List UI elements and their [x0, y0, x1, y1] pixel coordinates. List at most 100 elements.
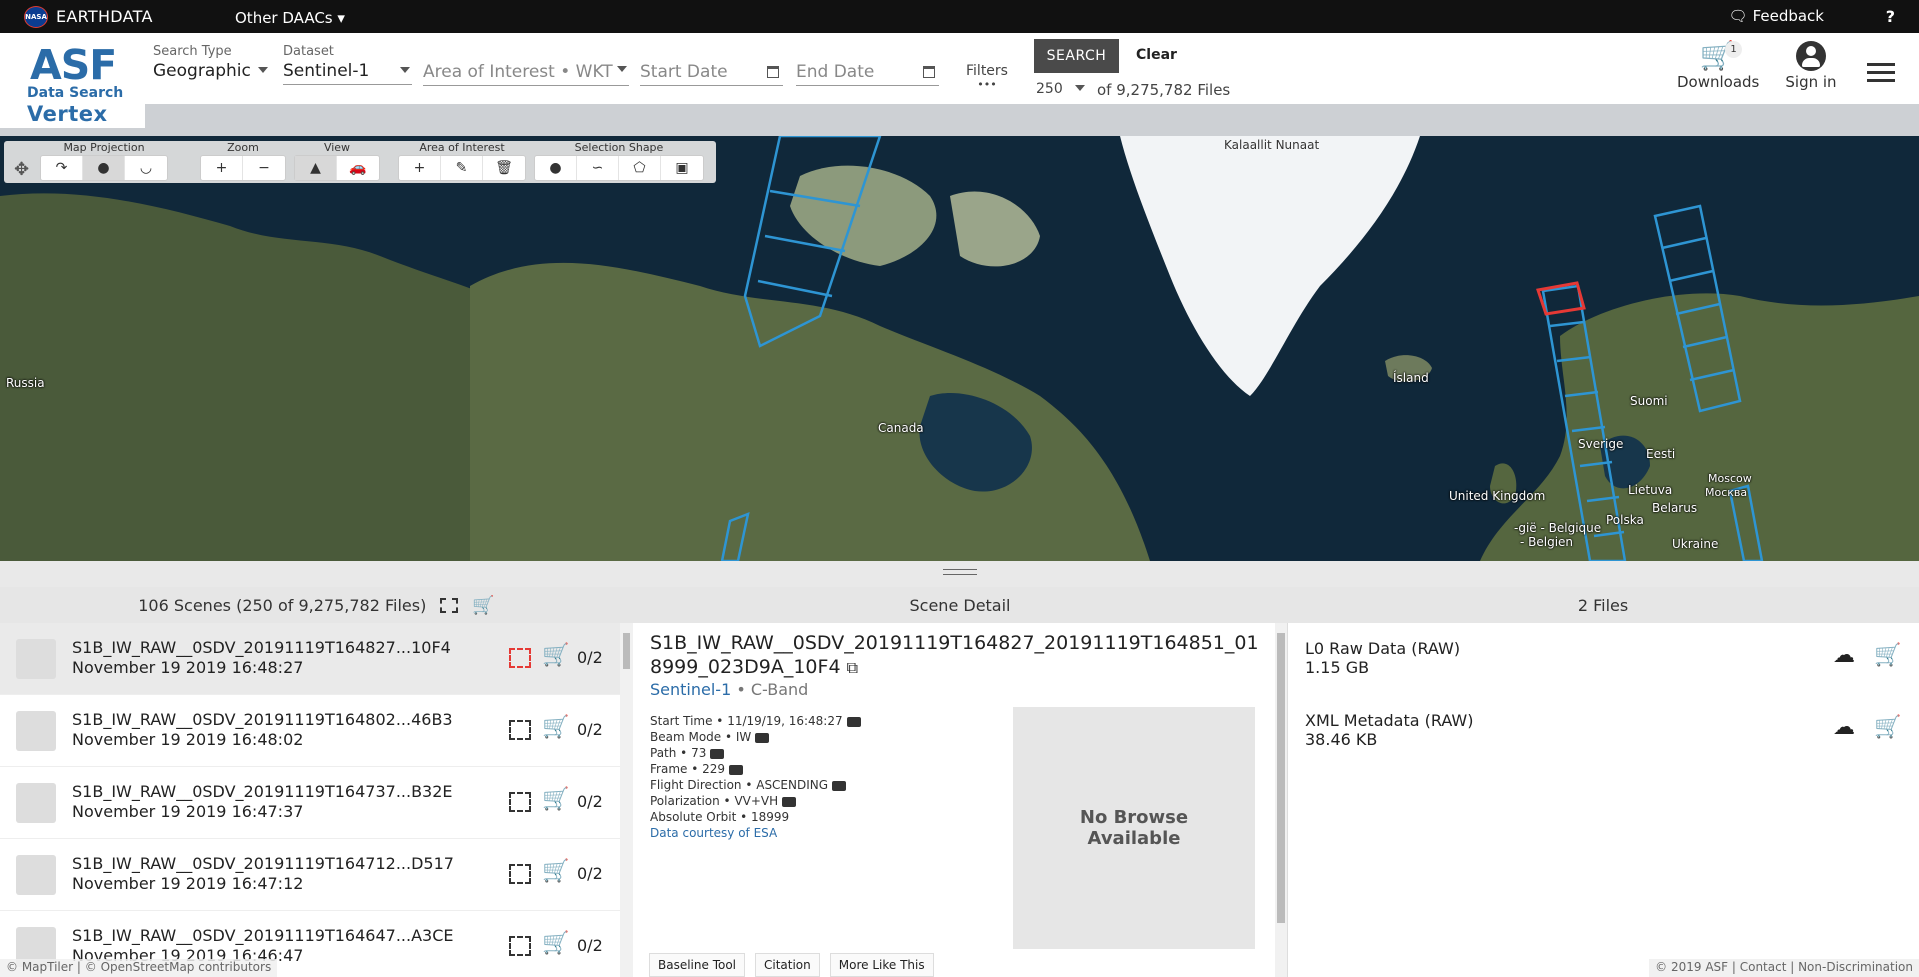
start-date-input[interactable]: Start Date: [640, 60, 783, 86]
cart-icon: 🛒 1: [1677, 39, 1757, 73]
scene-name: S1B_IW_RAW__0SDV_20191119T164802...46B3: [72, 710, 453, 729]
comment-icon[interactable]: [729, 764, 743, 775]
selection-shape-label: Selection Shape: [574, 141, 664, 154]
comment-icon[interactable]: [755, 732, 770, 743]
linestring-icon[interactable]: ∽: [577, 156, 619, 180]
calendar-icon[interactable]: [923, 66, 935, 78]
comment-icon[interactable]: [782, 796, 797, 807]
add-to-cart-icon[interactable]: 🛒: [542, 643, 569, 668]
scene-date: November 19 2019 16:48:02: [72, 730, 304, 749]
scene-date: November 19 2019 16:47:37: [72, 802, 304, 821]
end-date-input[interactable]: End Date: [796, 60, 939, 86]
citation-button[interactable]: Citation: [755, 953, 820, 977]
polygon-icon[interactable]: ⬠: [619, 156, 661, 180]
scene-detail-scrollbar[interactable]: [1275, 623, 1287, 977]
scene-row[interactable]: S1B_IW_RAW__0SDV_20191119T164802...46B3 …: [0, 695, 620, 767]
search-button[interactable]: SEARCH: [1034, 39, 1119, 73]
scene-file-count: 0/2: [577, 864, 603, 883]
sign-in-button[interactable]: Sign in: [1771, 39, 1851, 91]
street-view-icon[interactable]: 🚗: [337, 156, 379, 180]
zoom-to-footprint-icon[interactable]: [509, 936, 531, 956]
scene-name: S1B_IW_RAW__0SDV_20191119T164647...A3CE: [72, 926, 454, 945]
max-results-select[interactable]: 250: [1036, 81, 1085, 97]
sign-in-label: Sign in: [1785, 73, 1837, 91]
feedback-link[interactable]: 🗨 Feedback: [1729, 7, 1824, 25]
map-view[interactable]: Russia Canada Kalaallit Nunaat Ísland Un…: [0, 136, 1919, 561]
aoi-input[interactable]: Area of Interest • WKT: [423, 60, 629, 86]
scene-name: S1B_IW_RAW__0SDV_20191119T164737...B32E: [72, 782, 453, 801]
panel-resize-handle[interactable]: [0, 561, 1919, 587]
trash-icon[interactable]: 🗑: [483, 156, 525, 180]
asf-logo-text: ASF: [30, 41, 117, 89]
copy-icon[interactable]: ⧉: [847, 658, 858, 677]
zoom-to-footprint-icon[interactable]: [509, 864, 531, 884]
footer-links[interactable]: © 2019 ASF | Contact | Non-Discriminatio…: [1649, 959, 1919, 977]
calendar-icon[interactable]: [767, 66, 779, 78]
scrollbar-thumb[interactable]: [1277, 633, 1285, 923]
point-marker-icon[interactable]: ●: [535, 156, 577, 180]
scene-row[interactable]: S1B_IW_RAW__0SDV_20191119T164827...10F4 …: [0, 623, 620, 695]
downloads-button[interactable]: 🛒 1 Downloads: [1677, 39, 1759, 91]
more-like-this-button[interactable]: More Like This: [829, 953, 934, 977]
scrollbar-thumb[interactable]: [623, 633, 630, 669]
comment-icon[interactable]: [846, 716, 861, 727]
downloads-badge: 1: [1725, 41, 1742, 58]
file-name: L0 Raw Data (RAW): [1305, 639, 1461, 658]
equatorial-projection-icon[interactable]: ●: [83, 156, 125, 180]
satellite-view-icon[interactable]: ▲: [295, 156, 337, 180]
comment-icon[interactable]: [832, 780, 847, 791]
zoom-to-results-icon[interactable]: [440, 597, 459, 613]
scene-detail-name: S1B_IW_RAW__0SDV_20191119T164827_2019111…: [650, 631, 1260, 680]
zoom-in-icon[interactable]: +: [201, 156, 243, 180]
pencil-icon[interactable]: ✎: [441, 156, 483, 180]
scene-list-scrollbar[interactable]: [620, 623, 633, 977]
zoom-out-icon[interactable]: −: [243, 156, 285, 180]
view-label: View: [323, 141, 351, 154]
zoom-to-footprint-icon[interactable]: [509, 720, 531, 740]
add-to-cart-icon[interactable]: 🛒: [1874, 715, 1901, 740]
zoom-to-footprint-icon[interactable]: [509, 792, 531, 812]
help-icon[interactable]: ?: [1886, 7, 1895, 26]
scene-file-count: 0/2: [577, 648, 603, 667]
add-to-cart-icon[interactable]: 🛒: [542, 931, 569, 956]
scene-detail-subtitle: Sentinel-1 • C-Band: [650, 680, 808, 699]
asf-vertex-logo[interactable]: ASF Data Search Vertex: [0, 33, 145, 128]
files-header: 2 Files: [1287, 587, 1919, 623]
antarctic-projection-icon[interactable]: ◡: [125, 156, 167, 180]
map-attribution[interactable]: © MapTiler | © OpenStreetMap contributor…: [0, 959, 278, 977]
search-type-select[interactable]: Search Type Geographic: [153, 44, 270, 84]
baseline-tool-button[interactable]: Baseline Tool: [649, 953, 745, 977]
earthdata-brand[interactable]: EARTHDATA: [56, 7, 153, 26]
map-label-belgium-2: - Belgien: [1520, 535, 1574, 549]
scene-date: November 19 2019 16:48:27: [72, 658, 304, 677]
aoi-add-icon[interactable]: +: [399, 156, 441, 180]
add-to-cart-icon[interactable]: 🛒: [542, 787, 569, 812]
filters-button[interactable]: Filters •••: [966, 63, 1008, 91]
hamburger-menu-icon[interactable]: [1867, 63, 1895, 87]
add-to-cart-icon[interactable]: 🛒: [1874, 643, 1901, 668]
other-daacs-menu[interactable]: Other DAACs ▾: [235, 9, 345, 27]
drag-grip-icon[interactable]: [943, 569, 977, 575]
prop-frame: Frame • 229: [650, 761, 861, 777]
move-handle-icon[interactable]: ✥: [14, 159, 29, 180]
data-courtesy-link[interactable]: Data courtesy of ESA: [650, 826, 777, 840]
chevron-down-icon[interactable]: [617, 66, 627, 72]
map-label-belgium-1: -gië - Belgique: [1514, 521, 1602, 535]
dataset-select[interactable]: Dataset Sentinel-1: [283, 44, 412, 85]
scene-detail-title: Scene Detail: [909, 595, 1011, 615]
arctic-projection-icon[interactable]: ↷: [41, 156, 83, 180]
zoom-to-footprint-icon[interactable]: [509, 648, 531, 668]
add-to-cart-icon[interactable]: 🛒: [542, 859, 569, 884]
scene-row[interactable]: S1B_IW_RAW__0SDV_20191119T164737...B32E …: [0, 767, 620, 839]
scene-row[interactable]: S1B_IW_RAW__0SDV_20191119T164712...D517 …: [0, 839, 620, 911]
add-all-to-cart-icon[interactable]: 🛒: [472, 595, 494, 616]
comment-icon[interactable]: [710, 748, 725, 759]
map-canvas[interactable]: [0, 136, 1919, 561]
clear-button[interactable]: Clear: [1136, 47, 1177, 63]
browse-image-placeholder: No Browse Available: [1013, 707, 1255, 949]
cloud-download-icon[interactable]: ☁: [1833, 715, 1855, 740]
header-band: [0, 104, 1919, 136]
box-icon[interactable]: ▣: [661, 156, 703, 180]
cloud-download-icon[interactable]: ☁: [1833, 643, 1855, 668]
add-to-cart-icon[interactable]: 🛒: [542, 715, 569, 740]
